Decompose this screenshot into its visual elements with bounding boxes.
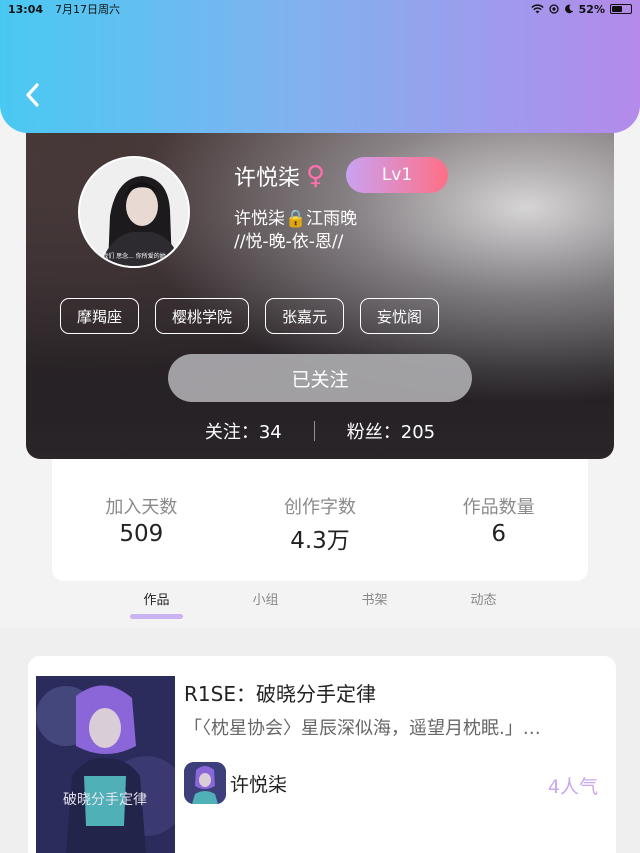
- stat-value: 509: [119, 521, 164, 547]
- location-icon: [549, 4, 559, 14]
- tag-item[interactable]: 摩羯座: [60, 298, 140, 334]
- nickname-text: 许悦柒: [234, 166, 301, 191]
- female-icon: ♀: [306, 161, 326, 191]
- moon-icon: [564, 4, 573, 14]
- avatar-caption: 我们 思念... 你所爱的她: [102, 252, 166, 260]
- tab-label: 小组: [252, 593, 279, 608]
- avatar[interactable]: 我们 思念... 你所爱的她: [78, 156, 190, 268]
- tag-item[interactable]: 妄忧阁: [360, 298, 440, 334]
- followers-count[interactable]: 粉丝：205: [347, 418, 435, 444]
- work-cover-image[interactable]: 破晓分手定律: [36, 676, 175, 853]
- content-tabs: 作品 小组 书架 动态: [102, 587, 538, 623]
- follow-button[interactable]: 已关注: [168, 354, 472, 402]
- tab-works[interactable]: 作品: [102, 587, 211, 623]
- tag-item[interactable]: 张嘉元: [265, 298, 345, 334]
- status-icons: 52%: [530, 2, 632, 16]
- follow-stats: 关注：34 粉丝：205: [26, 418, 614, 444]
- author-name: 许悦柒: [230, 773, 288, 796]
- work-card[interactable]: 破晓分手定律 R1SE：破晓分手定律 「〈枕星协会〉星辰深似海，遥望月枕眠.」……: [28, 656, 616, 853]
- stat-value: 4.3万: [290, 528, 350, 554]
- following-count[interactable]: 关注：34: [205, 418, 282, 444]
- status-bar: 13:04 7月17日周六 52%: [0, 0, 640, 18]
- tab-label: 书架: [361, 593, 388, 608]
- tab-groups[interactable]: 小组: [211, 587, 320, 623]
- stat-works-count: 作品数量 6: [409, 459, 588, 581]
- author-avatar-image: [184, 762, 226, 804]
- nickname: 许悦柒 ♀: [234, 160, 325, 192]
- stat-label: 加入天数: [105, 497, 178, 518]
- profile-card: 我们 思念... 你所爱的她 许悦柒 ♀ Lv1 许悦柒🔒江雨晚 //悦-晚-依…: [26, 100, 614, 459]
- chevron-left-icon: [26, 83, 39, 107]
- back-button[interactable]: [18, 80, 48, 110]
- tag-list: 摩羯座 樱桃学院 张嘉元 妄忧阁: [60, 298, 440, 334]
- battery-percent: 52%: [578, 2, 605, 16]
- cover-art: 破晓分手定律: [36, 676, 175, 853]
- battery-icon: [610, 4, 632, 14]
- status-date: 7月17日周六: [55, 3, 121, 16]
- status-time: 13:04: [8, 2, 44, 16]
- stat-divider: [313, 421, 315, 441]
- stat-word-count: 创作字数 4.3万: [231, 459, 410, 581]
- stat-label: 创作字数: [284, 497, 356, 518]
- stat-label: 作品数量: [462, 497, 535, 518]
- top-header: 13:04 7月17日周六 52%: [0, 0, 640, 133]
- cover-title-text: 破晓分手定律: [63, 792, 147, 808]
- author-avatar: [184, 762, 226, 804]
- signature-line-1: 许悦柒🔒江雨晚: [234, 209, 358, 229]
- tab-activity[interactable]: 动态: [429, 587, 538, 623]
- popularity-count: 4人气: [547, 776, 598, 798]
- tag-item[interactable]: 樱桃学院: [155, 298, 250, 334]
- tab-bookshelf[interactable]: 书架: [320, 587, 429, 623]
- signature: 许悦柒🔒江雨晚 //悦-晚-依-恩//: [234, 208, 357, 254]
- work-title[interactable]: R1SE：破晓分手定律: [184, 678, 376, 707]
- tab-label: 动态: [470, 593, 497, 608]
- tab-active-indicator: [130, 614, 183, 619]
- tab-label: 作品: [143, 593, 170, 608]
- avatar-image: 我们 思念... 你所爱的她: [80, 158, 188, 266]
- stat-value: 6: [491, 521, 506, 547]
- work-description: 「〈枕星协会〉星辰深似海，遥望月枕眠.」…: [184, 718, 541, 739]
- wifi-icon: [530, 4, 544, 14]
- author-row[interactable]: 许悦柒: [184, 762, 287, 804]
- stats-card: 加入天数 509 创作字数 4.3万 作品数量 6: [52, 459, 588, 581]
- stat-join-days: 加入天数 509: [52, 459, 231, 581]
- level-badge: Lv1: [346, 157, 448, 193]
- signature-line-2: //悦-晚-依-恩//: [234, 232, 344, 252]
